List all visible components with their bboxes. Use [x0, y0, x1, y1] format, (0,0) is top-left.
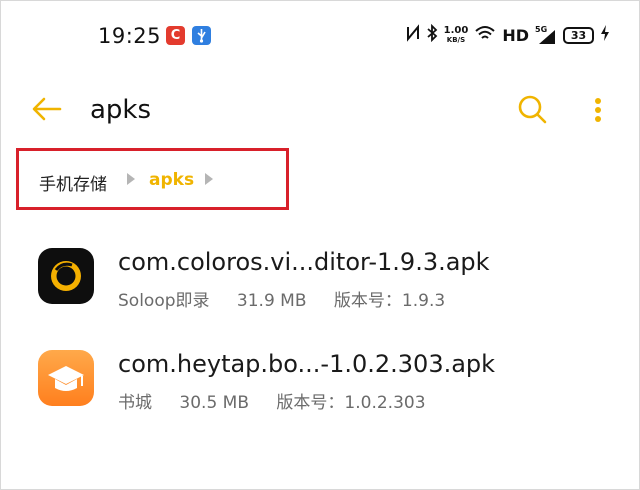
usb-notification-icon: [192, 26, 211, 45]
file-size: 31.9 MB: [236, 291, 307, 311]
speed-value: 1.00: [443, 25, 469, 36]
file-meta: Soloop即录 31.9 MB 版本号：1.9.3: [118, 286, 467, 311]
file-app-name: 书城: [118, 393, 152, 413]
breadcrumb-item-apks[interactable]: apks: [149, 170, 194, 190]
back-arrow-icon[interactable]: [32, 96, 62, 122]
speed-unit: KB/S: [446, 36, 466, 44]
file-row[interactable]: com.heytap.bo...-1.0.2.303.apk 书城 30.5 M…: [0, 350, 640, 440]
chevron-right-icon: [127, 173, 135, 185]
bluetooth-icon: [426, 23, 438, 46]
breadcrumb-item-storage[interactable]: 手机存储: [39, 170, 107, 195]
page-title: apks: [90, 95, 152, 125]
file-name: com.heytap.bo...-1.0.2.303.apk: [118, 350, 496, 378]
signal-label: 5G: [535, 25, 548, 34]
wifi-icon: [474, 24, 496, 46]
breadcrumb: 手机存储 apks: [16, 148, 289, 210]
file-row[interactable]: com.coloros.vi...ditor-1.9.3.apk Soloop即…: [0, 248, 640, 338]
file-meta: 书城 30.5 MB 版本号：1.0.2.303: [118, 388, 448, 413]
file-size: 30.5 MB: [179, 393, 249, 413]
chevron-right-icon: [205, 173, 213, 185]
soloop-app-icon: [38, 248, 94, 304]
battery-indicator: 33: [563, 26, 594, 44]
file-app-name: Soloop即录: [118, 291, 210, 311]
cellular-signal-icon: 5G: [535, 25, 557, 45]
file-name: com.coloros.vi...ditor-1.9.3.apk: [118, 248, 490, 276]
network-speed: 1.00 KB/S: [443, 25, 469, 45]
notification-c-icon: C: [166, 26, 185, 45]
charging-icon: [600, 24, 610, 46]
file-version: 版本号：1.9.3: [333, 291, 446, 311]
status-icons: 1.00 KB/S HD 5G 33: [406, 22, 610, 48]
nfc-icon: [406, 24, 420, 46]
status-time: 19:25: [98, 24, 162, 48]
bookstore-app-icon: [38, 350, 94, 406]
search-icon[interactable]: [516, 93, 548, 125]
more-options-icon[interactable]: [588, 95, 608, 125]
file-version: 版本号：1.0.2.303: [276, 393, 426, 413]
hd-indicator: HD: [502, 25, 529, 45]
